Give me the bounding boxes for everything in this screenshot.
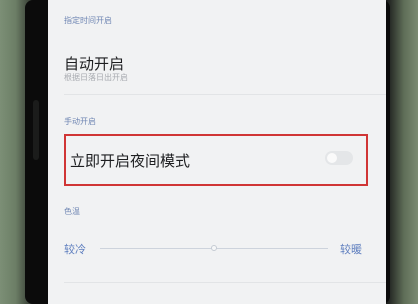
night-mode-toggle[interactable] bbox=[325, 151, 353, 165]
section-header-color-temp: 色温 bbox=[64, 207, 80, 216]
divider bbox=[64, 94, 386, 95]
slider-label-cool: 较冷 bbox=[64, 243, 86, 256]
auto-on-title: 自动开启 bbox=[64, 55, 125, 73]
settings-screen: 指定时间开启 自动开启 根据日落日出开启 手动开启 立即开启夜间模式 色温 较冷… bbox=[48, 0, 386, 304]
toggle-knob bbox=[327, 153, 337, 163]
auto-on-subtitle: 根据日落日出开启 bbox=[64, 73, 128, 82]
section-header-manual: 手动开启 bbox=[64, 117, 96, 126]
slider-label-warm: 较暖 bbox=[340, 243, 362, 256]
section-header-scheduled: 指定时间开启 bbox=[64, 16, 112, 25]
night-mode-label: 立即开启夜间模式 bbox=[70, 152, 191, 170]
slider-knob[interactable] bbox=[211, 245, 217, 251]
phone-side-button bbox=[33, 100, 39, 160]
divider-bottom bbox=[64, 282, 386, 283]
